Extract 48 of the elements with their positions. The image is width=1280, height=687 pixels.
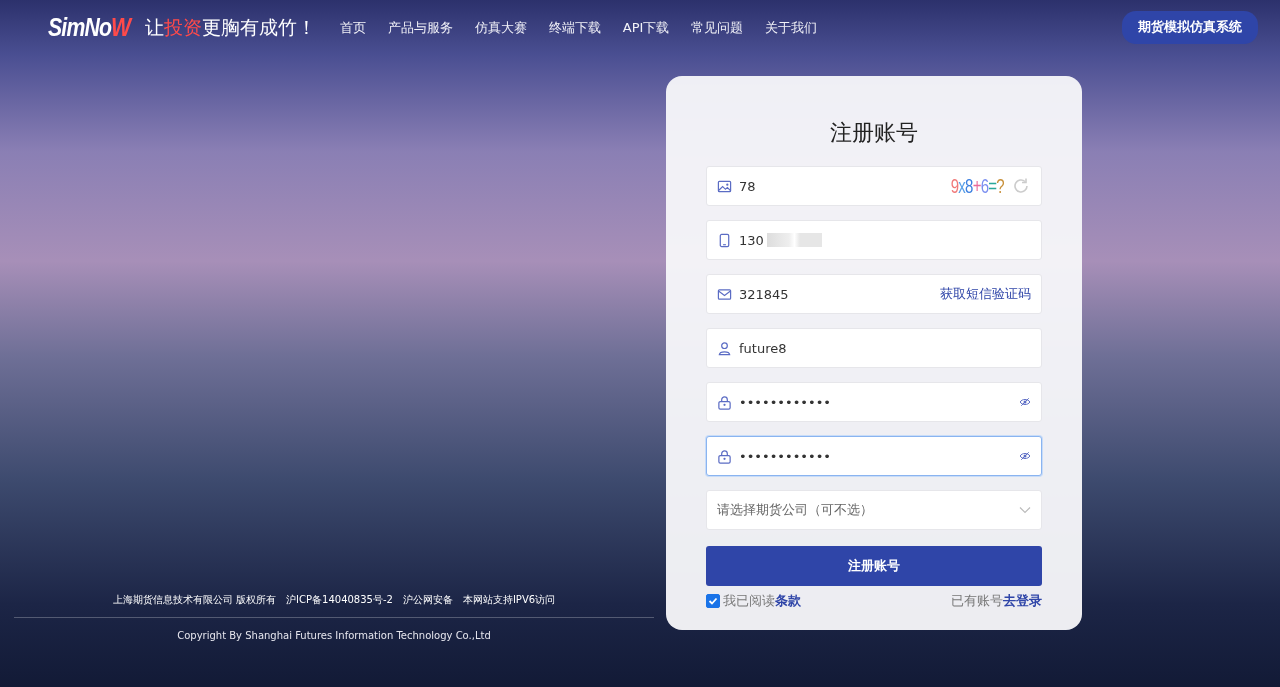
field-placeholder: 请选择期货公司（可不选） — [717, 501, 873, 519]
nav-link[interactable]: 首页 — [339, 18, 366, 37]
slogan: 让投资更胸有成竹！ — [144, 14, 316, 40]
input-field[interactable]: 130 — [706, 220, 1042, 260]
logo: SimNoW — [48, 13, 131, 42]
field-value: 78 — [739, 178, 756, 194]
chevron-down-icon — [1019, 504, 1031, 516]
mail-icon — [717, 286, 732, 302]
footer-text: 沪ICP备14040835号-2 — [286, 593, 393, 607]
agree-checkbox[interactable] — [706, 594, 720, 608]
copyright-text: Copyright By Shanghai Futures Information Technology Co.,Ltd — [177, 630, 491, 641]
input-field[interactable]: •••••••••••• — [706, 436, 1042, 476]
field-value: •••••••••••• — [739, 448, 831, 464]
nav-link[interactable]: 常见问题 — [691, 18, 744, 37]
footer-text: 本网站支持IPV6访问 — [462, 593, 556, 607]
footer-text: 沪公网安备 — [402, 593, 453, 607]
phone-icon — [717, 232, 732, 248]
footer-text: 上海期货信息技术有限公司 版权所有 — [112, 593, 277, 607]
user-icon — [717, 340, 732, 356]
check-icon — [707, 595, 719, 607]
nav-link[interactable]: 终端下载 — [548, 18, 601, 37]
field-value: 130 — [739, 232, 764, 248]
input-field[interactable]: •••••••••••• — [706, 382, 1042, 422]
nav-link[interactable]: 关于我们 — [765, 18, 818, 37]
lock-icon — [717, 394, 732, 410]
field-value: 321845 — [739, 286, 789, 302]
form-title: 注册账号 — [829, 119, 919, 147]
system-button[interactable]: 期货模拟仿真系统 — [1122, 11, 1258, 44]
nav-link[interactable]: 产品与服务 — [387, 18, 453, 37]
agree-label: 我已阅读 — [723, 592, 775, 610]
terms-link[interactable]: 条款 — [775, 592, 801, 610]
nav-link[interactable]: 仿真大赛 — [474, 18, 527, 37]
login-prompt: 已有账号 — [951, 592, 1003, 610]
field-value: future8 — [739, 340, 787, 356]
captcha-image[interactable]: 9x8+6=? — [950, 174, 1004, 198]
nav-link[interactable]: API下载 — [622, 18, 670, 37]
input-field[interactable]: future8 — [706, 328, 1042, 368]
input-field[interactable]: 321845 获取短信验证码 — [706, 274, 1042, 314]
lock-icon — [717, 448, 732, 464]
eye-hidden-icon[interactable] — [1019, 396, 1031, 408]
input-field[interactable]: 请选择期货公司（可不选） — [706, 490, 1042, 530]
input-field[interactable]: 78 9x8+6=? — [706, 166, 1042, 206]
register-button[interactable]: 注册账号 — [706, 546, 1042, 586]
field-value: •••••••••••• — [739, 394, 831, 410]
login-link[interactable]: 去登录 — [1003, 592, 1042, 610]
eye-hidden-icon[interactable] — [1019, 450, 1031, 462]
image-icon — [717, 178, 732, 194]
sms-code-link[interactable]: 获取短信验证码 — [940, 285, 1031, 303]
